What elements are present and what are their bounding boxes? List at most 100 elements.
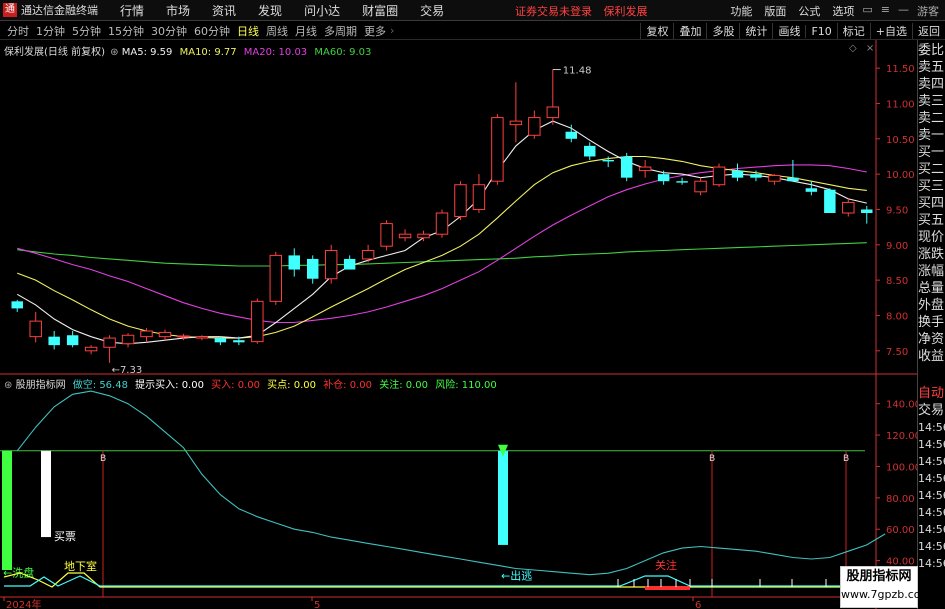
chart-controls: ◇ × xyxy=(849,43,874,54)
kline-chart[interactable]: 11.50 11.00 10.50 10.00 9.50 9.00 8.50 8.00 7.50… xyxy=(0,40,917,609)
candle-body-up xyxy=(694,180,707,193)
buy-signal-b-label: B xyxy=(100,454,106,464)
main-chart-info: 保利发展(日线 前复权) ⊛ MA5: 9.59 MA10: 9.77 MA20… xyxy=(4,43,371,58)
candle-body-up xyxy=(435,212,449,235)
period-tab-60min[interactable]: 60分钟 xyxy=(194,23,230,39)
panel-item-outer[interactable]: 外盘 xyxy=(918,297,945,314)
ma5-label: MA5: 9.59 xyxy=(121,47,173,58)
candle-body-down xyxy=(233,340,245,343)
indicator-gear-icon[interactable]: ⊛ xyxy=(4,380,12,391)
diamond-icon[interactable]: ◇ xyxy=(849,43,857,54)
candle-body-up xyxy=(491,117,504,182)
chevron-right-icon[interactable]: › xyxy=(390,24,394,37)
menu-item-ask[interactable]: 问小达 xyxy=(304,2,340,19)
add-watchlist-button[interactable]: +自选 xyxy=(869,23,912,39)
statistics-button[interactable]: 统计 xyxy=(739,23,772,39)
period-tab-monthly[interactable]: 月线 xyxy=(295,23,317,39)
candle-body-down xyxy=(11,301,23,309)
candle-body-up xyxy=(398,233,412,239)
panel-item-buy5[interactable]: 买五 xyxy=(918,212,945,229)
panel-item-change[interactable]: 涨跌 xyxy=(918,246,945,263)
guest-user[interactable]: 游客 xyxy=(917,3,939,19)
price-tick-label: 9.00 xyxy=(886,241,908,252)
candle-body-up xyxy=(417,233,430,239)
panel-item-net-assets[interactable]: 净资 xyxy=(918,331,945,348)
panel-item-sell2[interactable]: 卖二 xyxy=(918,110,945,127)
basement-label: 地下室 xyxy=(64,559,97,573)
menu-item-discover[interactable]: 发现 xyxy=(258,2,282,19)
panel-item-price[interactable]: 现价 xyxy=(918,229,945,246)
attention-signal-line xyxy=(4,575,870,587)
menu-item-quotes[interactable]: 行情 xyxy=(120,2,144,19)
auto-label[interactable]: 自动 xyxy=(918,385,945,402)
f10-button[interactable]: F10 xyxy=(805,24,836,38)
candle-body-up xyxy=(528,117,541,136)
panel-item-earnings[interactable]: 收益 xyxy=(918,348,945,365)
watermark-title: 股朋指标网 xyxy=(846,569,912,584)
trade-label[interactable]: 交易 xyxy=(918,402,945,419)
ma20-line xyxy=(17,164,867,324)
period-tab-5min[interactable]: 5分钟 xyxy=(72,23,101,39)
short-indicator-line xyxy=(16,390,886,576)
panel-item-buy3[interactable]: 买三 xyxy=(918,178,945,195)
field-short: 做空: 56.48 xyxy=(72,380,128,391)
candle-body-down xyxy=(620,156,633,178)
candle-body-up xyxy=(546,106,560,119)
period-tab-daily[interactable]: 日线 xyxy=(237,23,259,39)
stock-name-banner[interactable]: 保利发展 xyxy=(604,5,648,18)
menu-options[interactable]: 选项 xyxy=(832,3,854,19)
period-tab-intraday[interactable]: 分时 xyxy=(7,23,29,39)
panel-item-sell3[interactable]: 卖三 xyxy=(918,93,945,110)
multi-stock-button[interactable]: 多股 xyxy=(706,23,739,39)
adjust-button[interactable]: 复权 xyxy=(640,23,673,39)
menu-layout[interactable]: 版面 xyxy=(764,3,786,19)
minimize-icon[interactable]: — xyxy=(898,3,909,19)
exit-bar xyxy=(498,450,508,545)
panel-item-buy2[interactable]: 买二 xyxy=(918,161,945,178)
menu-item-wealth[interactable]: 财富圈 xyxy=(362,2,398,19)
bottom-signal-line xyxy=(3,572,870,588)
draw-line-button[interactable]: 画线 xyxy=(772,23,805,39)
panel-item-volume[interactable]: 总量 xyxy=(918,280,945,297)
indicator-tick-label: 140.00 xyxy=(886,400,917,411)
candle-body-up xyxy=(29,320,42,338)
window-icon[interactable]: ▭ xyxy=(862,3,872,19)
menu-function[interactable]: 功能 xyxy=(730,3,752,19)
period-tab-1min[interactable]: 1分钟 xyxy=(36,23,65,39)
promo-text[interactable]: 证券交易未登录 保利发展 xyxy=(515,3,656,19)
panel-item-weibi[interactable]: 委比 xyxy=(918,42,945,59)
date-label: 6 xyxy=(695,600,701,609)
back-button[interactable]: 返回 xyxy=(912,23,945,39)
menu-icon[interactable]: ≡ xyxy=(881,3,890,19)
indicator-tick-label: 60.00 xyxy=(886,525,915,536)
period-tab-multi[interactable]: 多周期 xyxy=(324,23,357,39)
menu-bar: 通 通达信金融终端 行情 市场 资讯 发现 问小达 财富圈 交易 证券交易未登录… xyxy=(0,0,945,21)
candle-body-up xyxy=(509,120,523,126)
period-tab-weekly[interactable]: 周线 xyxy=(266,23,288,39)
candle-body-down xyxy=(565,131,578,139)
candle-body-down xyxy=(66,335,79,346)
panel-item-sell1[interactable]: 卖一 xyxy=(918,127,945,144)
overlay-button[interactable]: 叠加 xyxy=(673,23,706,39)
menu-item-news[interactable]: 资讯 xyxy=(212,2,236,19)
period-tab-more[interactable]: 更多 xyxy=(364,23,386,39)
low-price-label: ←7.33 xyxy=(112,365,143,376)
panel-item-turnover[interactable]: 换手 xyxy=(918,314,945,331)
menu-formula[interactable]: 公式 xyxy=(798,3,820,19)
menu-item-market[interactable]: 市场 xyxy=(166,2,190,19)
candle-body-up xyxy=(177,335,190,338)
panel-item-buy4[interactable]: 买四 xyxy=(918,195,945,212)
panel-item-sell5[interactable]: 卖五 xyxy=(918,59,945,76)
settings-gear-icon[interactable]: ⊛ xyxy=(110,47,118,58)
panel-item-sell4[interactable]: 卖四 xyxy=(918,76,945,93)
menu-item-trade[interactable]: 交易 xyxy=(420,2,444,19)
panel-item-buy1[interactable]: 买一 xyxy=(918,144,945,161)
login-status[interactable]: 证券交易未登录 xyxy=(515,5,592,18)
chart-title: 保利发展(日线 前复权) xyxy=(4,47,105,58)
candle-body-up xyxy=(380,223,393,247)
mark-button[interactable]: 标记 xyxy=(836,23,870,39)
period-tab-30min[interactable]: 30分钟 xyxy=(151,23,187,39)
close-icon[interactable]: × xyxy=(866,43,874,54)
panel-item-change-pct[interactable]: 涨幅 xyxy=(918,263,945,280)
period-tab-15min[interactable]: 15分钟 xyxy=(108,23,144,39)
